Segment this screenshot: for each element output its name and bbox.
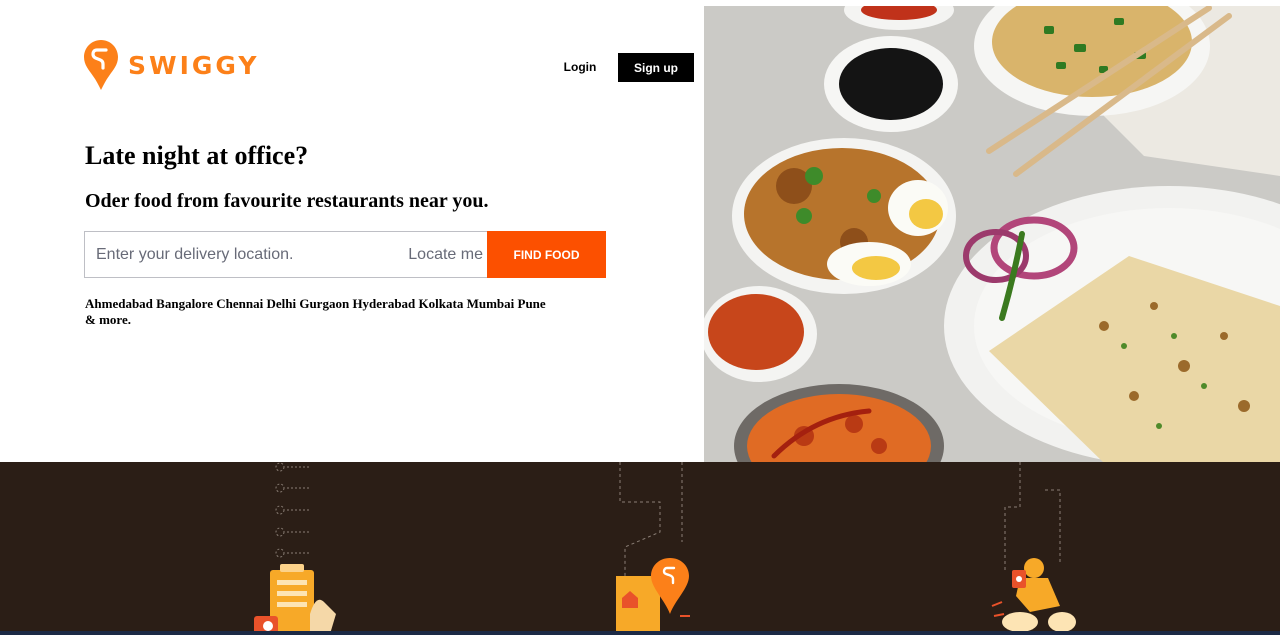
bottom-divider-bar — [0, 631, 1280, 635]
swiggy-logo[interactable]: SWIGGY — [84, 40, 259, 90]
delivery-rider-icon — [991, 558, 1076, 631]
location-search-box: Locate me — [84, 231, 487, 278]
order-menu-icon — [254, 564, 336, 634]
swiggy-pin-logo-icon — [84, 40, 118, 90]
city-list: Ahmedabad Bangalore Chennai Delhi Gurgao… — [85, 296, 555, 328]
city-link[interactable]: Gurgaon — [299, 296, 349, 311]
brand-name: SWIGGY — [128, 50, 260, 80]
locate-me-button[interactable]: Locate me — [408, 233, 487, 277]
city-link[interactable]: Mumbai — [467, 296, 515, 311]
landing-left-panel: SWIGGY Login Sign up Late night at offic… — [0, 0, 704, 462]
delivery-location-input[interactable] — [85, 232, 409, 277]
city-link[interactable]: Delhi — [266, 296, 296, 311]
find-food-button[interactable]: FIND FOOD — [487, 231, 606, 278]
city-link[interactable]: Hyderabad — [352, 296, 415, 311]
signup-button[interactable]: Sign up — [618, 53, 694, 82]
more-cities-text: & more. — [85, 312, 131, 327]
how-it-works-strip — [0, 462, 1280, 635]
city-link[interactable]: Bangalore — [156, 296, 213, 311]
city-link[interactable]: Ahmedabad — [85, 296, 153, 311]
login-button[interactable]: Login — [552, 53, 608, 81]
page-title: Late night at office? — [85, 141, 309, 170]
city-link[interactable]: Kolkata — [419, 296, 464, 311]
food-platter-image — [704, 6, 1280, 463]
location-search-form: Locate me FIND FOOD — [84, 231, 606, 278]
city-link[interactable]: Chennai — [216, 296, 263, 311]
page-subtitle: Oder food from favourite restaurants nea… — [85, 190, 489, 212]
location-pin-icon — [616, 558, 690, 633]
city-link[interactable]: Pune — [518, 296, 546, 311]
